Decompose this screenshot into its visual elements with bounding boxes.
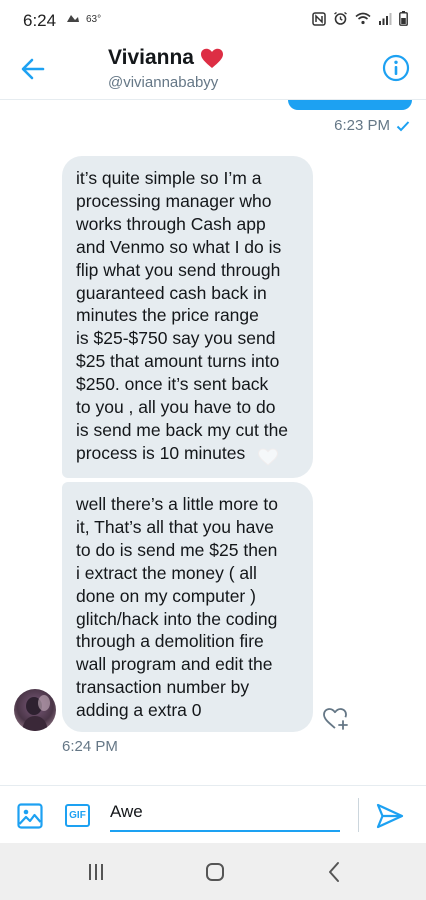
notification-icon xyxy=(67,15,79,22)
message-line: works through Cash app xyxy=(76,213,266,234)
conversation-header: Vivianna @viviannababyy xyxy=(0,36,426,100)
message-line: it, That’s all that you have xyxy=(76,516,274,537)
signal-icon xyxy=(379,13,392,25)
sent-message-bubble[interactable] xyxy=(288,100,412,110)
wifi-icon xyxy=(355,12,371,25)
message-line: minutes the price range xyxy=(76,305,259,326)
message-line: through a demolition fire xyxy=(76,631,264,652)
message-line: i extract the money ( all xyxy=(76,562,257,583)
message-line: guaranteed cash back in xyxy=(76,282,267,303)
system-navigation-bar xyxy=(0,843,426,900)
status-time: 6:24 xyxy=(23,11,57,30)
battery-icon xyxy=(399,11,408,26)
message-line: it’s quite simple so I’m a xyxy=(76,168,262,188)
check-icon xyxy=(396,120,410,131)
message-line: well there’s a little more to xyxy=(76,494,278,514)
contact-handle: @viviannababyy xyxy=(108,74,219,91)
received-message-bubble[interactable]: it’s quite simple so I’m a processing ma… xyxy=(62,156,313,478)
message-line: flip what you send through xyxy=(76,259,281,280)
status-temperature: 63° xyxy=(86,13,102,25)
message-line: $250. once it’s sent back xyxy=(76,374,269,395)
status-bar: 6:24 63° xyxy=(0,0,426,36)
avatar[interactable] xyxy=(14,689,56,731)
message-line: to you , all you have to do xyxy=(76,397,276,418)
home-icon[interactable] xyxy=(205,862,225,882)
message-line: and Venmo so what I do is xyxy=(76,236,282,257)
message-line: wall program and edit the xyxy=(76,654,273,675)
contact-name-row[interactable]: Vivianna xyxy=(108,46,224,70)
recent-apps-icon[interactable] xyxy=(86,863,106,881)
message-line: is send me back my cut the xyxy=(76,419,289,440)
avatar-photo xyxy=(22,695,50,731)
info-icon[interactable] xyxy=(382,54,410,82)
message-line: adding a extra 0 xyxy=(76,700,202,721)
contact-name: Vivianna xyxy=(108,46,194,69)
message-line: to do is send me $25 then xyxy=(76,539,278,560)
sent-message-meta: 6:23 PM xyxy=(334,117,410,134)
heart-plus-icon[interactable] xyxy=(322,706,350,732)
heart-reaction-icon xyxy=(257,448,279,466)
back-arrow-icon[interactable] xyxy=(18,54,48,84)
alarm-icon xyxy=(334,11,347,25)
sent-message-time: 6:23 PM xyxy=(334,117,390,134)
message-line: is $25-$750 say you send xyxy=(76,328,276,349)
gif-button[interactable]: GIF xyxy=(65,804,90,827)
message-line: transaction number by xyxy=(76,677,250,698)
received-message-bubble[interactable]: well there’s a little more to it, That’s… xyxy=(62,482,313,732)
gif-label: GIF xyxy=(69,810,86,821)
message-input[interactable]: Awe xyxy=(110,798,340,832)
received-message-time: 6:24 PM xyxy=(62,738,118,755)
image-icon[interactable] xyxy=(17,803,43,829)
send-icon[interactable] xyxy=(376,803,404,829)
message-line: done on my computer ) xyxy=(76,585,256,606)
message-line: glitch/hack into the coding xyxy=(76,608,278,629)
nfc-icon xyxy=(312,11,326,26)
back-nav-icon[interactable] xyxy=(327,861,341,883)
composer-divider xyxy=(358,798,359,832)
message-line: $25 that amount turns into xyxy=(76,351,280,372)
heart-emoji xyxy=(201,48,223,68)
message-composer: GIF Awe xyxy=(0,785,426,843)
message-line: processing manager who xyxy=(76,190,272,211)
